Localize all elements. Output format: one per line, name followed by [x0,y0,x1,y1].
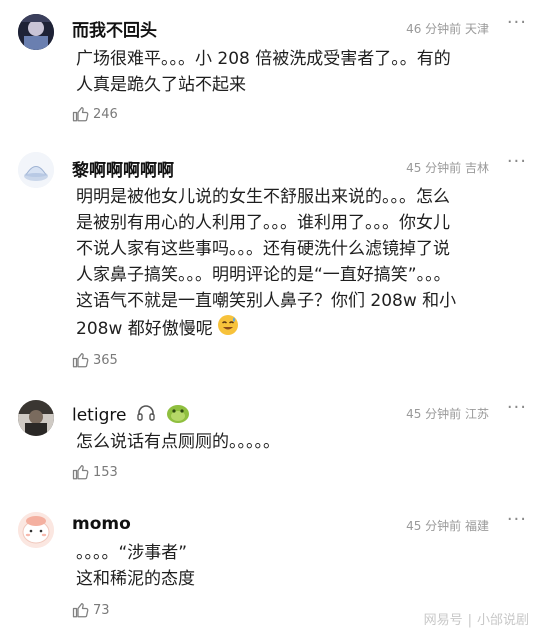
comment-location: 福建 [464,519,489,533]
comment-location: 吉林 [464,161,489,175]
comment-time: 46 分钟前 [406,22,462,36]
comment-meta: 45 分钟前 江苏 [406,405,489,422]
comment-time: 45 分钟前 [406,161,462,175]
watermark-brand: 网易号 [423,613,463,628]
headphones-badge-icon [136,404,156,427]
comment-meta: 45 分钟前 吉林 [406,159,489,176]
watermark-account: 小邰说剧 [476,613,529,628]
avatar[interactable] [18,512,54,548]
comment-author[interactable]: 而我不回头 [72,16,157,41]
avatar-image [18,152,54,188]
more-dots-icon[interactable]: ··· [507,151,527,172]
avatar-image [18,512,54,548]
comment-text: 怎么说话有点厕厕的。。。。。 [76,432,280,452]
watermark: 网易号 | 小邰说剧 [424,609,529,628]
green-creature-badge-icon [165,402,191,429]
comment-location: 天津 [464,22,489,36]
more-dots-icon[interactable]: ··· [507,509,527,530]
avatar[interactable] [18,400,54,436]
avatar[interactable] [18,14,54,50]
watermark-divider: | [467,613,472,628]
thumb-up-icon [72,352,89,368]
avatar-image [18,400,54,436]
like-count: 365 [93,352,118,368]
thumb-up-icon [72,602,89,618]
comment-meta: 46 分钟前 天津 [406,20,489,37]
thumb-up-icon [72,106,89,122]
like-button[interactable]: 246 [72,105,118,123]
more-dots-icon[interactable]: ··· [507,397,527,418]
like-count: 246 [93,106,118,122]
like-button[interactable]: 365 [72,351,118,369]
comment-author[interactable]: momo [72,514,131,534]
avatar-image [18,14,54,50]
comment-author: letigre [72,402,191,429]
comment-text: 广场很难平。。。小 208 倍被洗成受害者了。。有的 人真是跪久了站不起来 [76,49,451,95]
comment-text: 明明是被他女儿说的女生不舒服出来说的。。。怎么 是被别有用心的人利用了。。。谁利… [76,184,506,344]
comment-text-content: 明明是被他女儿说的女生不舒服出来说的。。。怎么 是被别有用心的人利用了。。。谁利… [76,187,457,339]
comment-author-name[interactable]: letigre [72,406,126,426]
like-count: 73 [93,602,110,618]
sweat-smile-emoji-icon [217,314,239,344]
comment-location: 江苏 [464,407,489,421]
comment-time: 45 分钟前 [406,519,462,533]
like-count: 153 [93,464,118,480]
more-dots-icon[interactable]: ··· [507,12,527,33]
thumb-up-icon [72,464,89,480]
comment-meta: 45 分钟前 福建 [406,517,489,534]
comment-author[interactable]: 黎啊啊啊啊啊 [72,156,174,181]
comment-time: 45 分钟前 [406,407,462,421]
avatar[interactable] [18,152,54,188]
like-button[interactable]: 153 [72,463,118,481]
like-button[interactable]: 73 [72,601,110,619]
comment-text: 。。。。“涉事者” 这和稀泥的态度 [76,543,195,589]
